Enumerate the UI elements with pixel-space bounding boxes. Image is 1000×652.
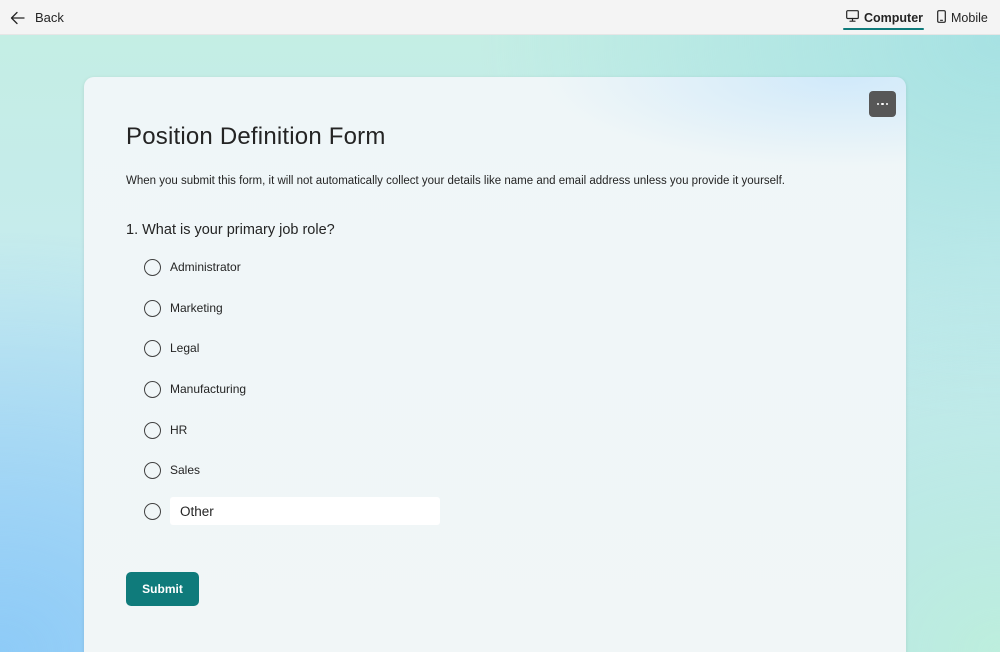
- phone-icon: [937, 9, 946, 26]
- option-sales[interactable]: Sales: [144, 456, 464, 484]
- radio-button[interactable]: [144, 299, 161, 317]
- form-card: Position Definition Form When you submit…: [84, 77, 906, 652]
- radio-button[interactable]: [144, 421, 161, 439]
- option-other[interactable]: [144, 497, 464, 525]
- back-button[interactable]: Back: [10, 0, 64, 35]
- option-legal[interactable]: Legal: [144, 334, 464, 362]
- option-hr[interactable]: HR: [144, 416, 464, 444]
- question-title: 1. What is your primary job role?: [126, 222, 335, 238]
- tab-computer-label: Computer: [864, 10, 924, 25]
- more-icon: [876, 102, 889, 106]
- option-manufacturing[interactable]: Manufacturing: [144, 375, 464, 403]
- option-marketing[interactable]: Marketing: [144, 294, 464, 322]
- form-title: Position Definition Form: [126, 123, 386, 150]
- question-number: 1.: [126, 222, 139, 238]
- submit-button[interactable]: Submit: [126, 572, 199, 606]
- privacy-notice: When you submit this form, it will not a…: [126, 175, 785, 187]
- other-input[interactable]: [170, 497, 440, 525]
- option-administrator[interactable]: Administrator: [144, 253, 464, 281]
- monitor-icon: [846, 10, 859, 25]
- radio-button[interactable]: [144, 339, 161, 357]
- tab-mobile-label: Mobile: [951, 10, 988, 25]
- option-label: HR: [170, 423, 188, 437]
- option-label: Sales: [170, 463, 201, 477]
- option-label: Administrator: [170, 260, 241, 274]
- option-label: Manufacturing: [170, 382, 247, 396]
- top-bar: Back Computer Mobile: [0, 0, 1000, 35]
- option-label: Legal: [170, 341, 200, 355]
- radio-button[interactable]: [144, 461, 161, 479]
- option-label: Marketing: [170, 301, 223, 315]
- tab-mobile-view[interactable]: Mobile: [937, 0, 988, 35]
- radio-button[interactable]: [144, 258, 161, 276]
- question-text: What is your primary job role?: [142, 222, 335, 238]
- more-options-button[interactable]: [869, 91, 896, 117]
- tab-computer-view[interactable]: Computer: [842, 0, 925, 35]
- radio-button[interactable]: [144, 502, 161, 520]
- arrow-left-icon: [10, 11, 25, 25]
- radio-button[interactable]: [144, 380, 161, 398]
- back-label: Back: [35, 10, 64, 25]
